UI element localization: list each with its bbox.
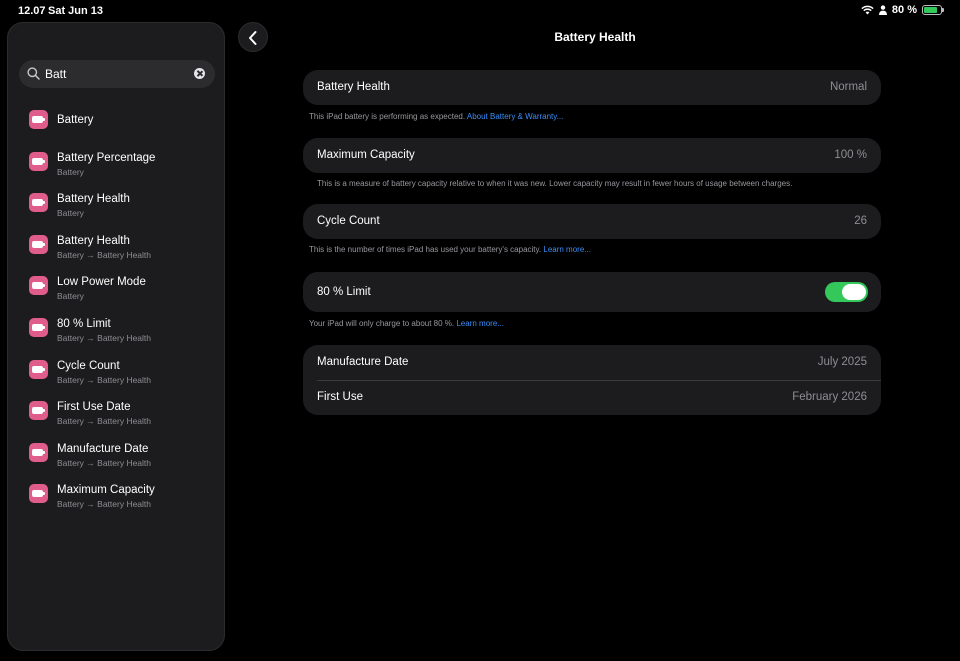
maximum-capacity-group: Maximum Capacity 100 % xyxy=(303,138,881,173)
learn-more-link[interactable]: Learn more... xyxy=(456,319,504,328)
note-text: This is the number of times iPad has use… xyxy=(309,245,544,254)
limit-note: Your iPad will only charge to about 80 %… xyxy=(309,319,504,328)
page-title: Battery Health xyxy=(554,30,636,44)
result-subtitle: Battery → Battery Health xyxy=(57,457,152,468)
result-battery-health[interactable]: Battery Health Battery xyxy=(8,188,224,230)
result-low-power-mode[interactable]: Low Power Mode Battery xyxy=(8,271,224,313)
back-button[interactable] xyxy=(238,22,268,52)
result-subtitle: Battery xyxy=(57,208,84,219)
result-subtitle: Battery → Battery Health xyxy=(57,499,152,510)
result-80-limit[interactable]: 80 % Limit Battery → Battery Health xyxy=(8,313,224,355)
result-battery-percentage[interactable]: Battery Percentage Battery xyxy=(8,147,224,189)
status-date: Sat Jun 13 xyxy=(48,5,104,17)
result-subtitle: Battery xyxy=(57,291,84,302)
result-subtitle: Battery xyxy=(57,166,84,177)
result-title: 80 % Limit xyxy=(57,317,111,330)
battery-app-icon xyxy=(29,317,48,337)
result-subtitle: Battery → Battery Health xyxy=(57,416,152,427)
row-label: Maximum Capacity xyxy=(317,149,415,161)
result-title: Battery xyxy=(57,114,94,126)
result-subtitle: Battery → Battery Health xyxy=(57,249,152,260)
learn-more-link[interactable]: Learn more... xyxy=(543,245,591,254)
limit-toggle[interactable] xyxy=(825,282,868,302)
battery-app-icon xyxy=(29,234,48,254)
battery-app-icon xyxy=(29,484,48,504)
search-icon xyxy=(27,67,40,80)
battery-app-icon xyxy=(29,193,48,213)
first-use-row: First Use February 2026 xyxy=(303,380,881,415)
status-bar: 12.07 Sat Jun 13 80 % xyxy=(0,0,960,22)
search-results: Battery Battery Percentage Battery Batte… xyxy=(8,105,224,521)
row-label: Cycle Count xyxy=(317,215,380,227)
result-title: Cycle Count xyxy=(57,359,120,372)
result-title: Low Power Mode xyxy=(57,276,146,289)
note-text: Your iPad will only charge to about 80 %… xyxy=(309,319,457,328)
battery-app-icon xyxy=(29,110,48,129)
sidebar: Battery Battery Percentage Battery Batte… xyxy=(7,22,225,651)
row-label: First Use xyxy=(317,391,363,403)
status-right: 80 % xyxy=(861,4,944,16)
row-value: February 2026 xyxy=(792,391,867,403)
battery-app-icon xyxy=(29,401,48,421)
wifi-icon xyxy=(861,5,874,15)
maximum-capacity-note: This is a measure of battery capacity re… xyxy=(317,179,792,188)
result-cycle-count[interactable]: Cycle Count Battery → Battery Health xyxy=(8,355,224,397)
row-value: Normal xyxy=(829,81,867,93)
status-time: 12.07 xyxy=(18,5,46,17)
maximum-capacity-row: Maximum Capacity 100 % xyxy=(303,138,881,173)
battery-app-icon xyxy=(29,276,48,296)
cycle-count-group: Cycle Count 26 xyxy=(303,204,881,239)
result-title: Battery Percentage xyxy=(57,151,156,164)
result-manufacture-date[interactable]: Manufacture Date Battery → Battery Healt… xyxy=(8,438,224,480)
search-input[interactable] xyxy=(45,60,185,88)
result-first-use-date[interactable]: First Use Date Battery → Battery Health xyxy=(8,396,224,438)
result-subtitle: Battery → Battery Health xyxy=(57,374,152,385)
battery-app-icon xyxy=(29,359,48,379)
result-maximum-capacity[interactable]: Maximum Capacity Battery → Battery Healt… xyxy=(8,479,224,521)
battery-app-icon xyxy=(29,151,48,171)
dates-group: Manufacture Date July 2025 First Use Feb… xyxy=(303,345,881,415)
battery-app-icon xyxy=(29,442,48,462)
manufacture-date-row: Manufacture Date July 2025 xyxy=(303,345,881,380)
result-title: Maximum Capacity xyxy=(57,484,155,497)
battery-health-note: This iPad battery is performing as expec… xyxy=(309,112,563,121)
chevron-left-icon xyxy=(249,31,257,45)
note-text: This is a measure of battery capacity re… xyxy=(317,179,793,188)
result-title: Manufacture Date xyxy=(57,442,149,455)
clear-search-icon[interactable] xyxy=(194,68,205,79)
about-battery-link[interactable]: About Battery & Warranty... xyxy=(467,112,563,121)
result-battery-health-detail[interactable]: Battery Health Battery → Battery Health xyxy=(8,230,224,272)
search-bar[interactable] xyxy=(19,60,215,88)
cycle-count-note: This is the number of times iPad has use… xyxy=(309,245,591,254)
result-title: Battery Health xyxy=(57,193,130,206)
row-label: Manufacture Date xyxy=(317,356,409,368)
result-subtitle: Battery → Battery Health xyxy=(57,332,152,343)
row-value: 100 % xyxy=(834,149,867,161)
row-value: 26 xyxy=(854,215,867,227)
battery-health-row: Battery Health Normal xyxy=(303,70,881,105)
toggle-knob xyxy=(842,284,866,300)
battery-icon xyxy=(922,5,944,15)
row-value: July 2025 xyxy=(817,356,867,368)
result-title: First Use Date xyxy=(57,401,131,414)
result-title: Battery Health xyxy=(57,234,130,247)
person-icon xyxy=(878,5,887,15)
limit-group: 80 % Limit xyxy=(303,272,881,312)
row-label: Battery Health xyxy=(317,81,390,93)
battery-percent: 80 % xyxy=(891,4,917,16)
row-label: 80 % Limit xyxy=(317,286,371,298)
cycle-count-row: Cycle Count 26 xyxy=(303,204,881,239)
note-text: This iPad battery is performing as expec… xyxy=(309,112,467,121)
battery-health-group: Battery Health Normal xyxy=(303,70,881,105)
limit-row: 80 % Limit xyxy=(303,272,881,312)
result-battery[interactable]: Battery xyxy=(8,105,224,147)
